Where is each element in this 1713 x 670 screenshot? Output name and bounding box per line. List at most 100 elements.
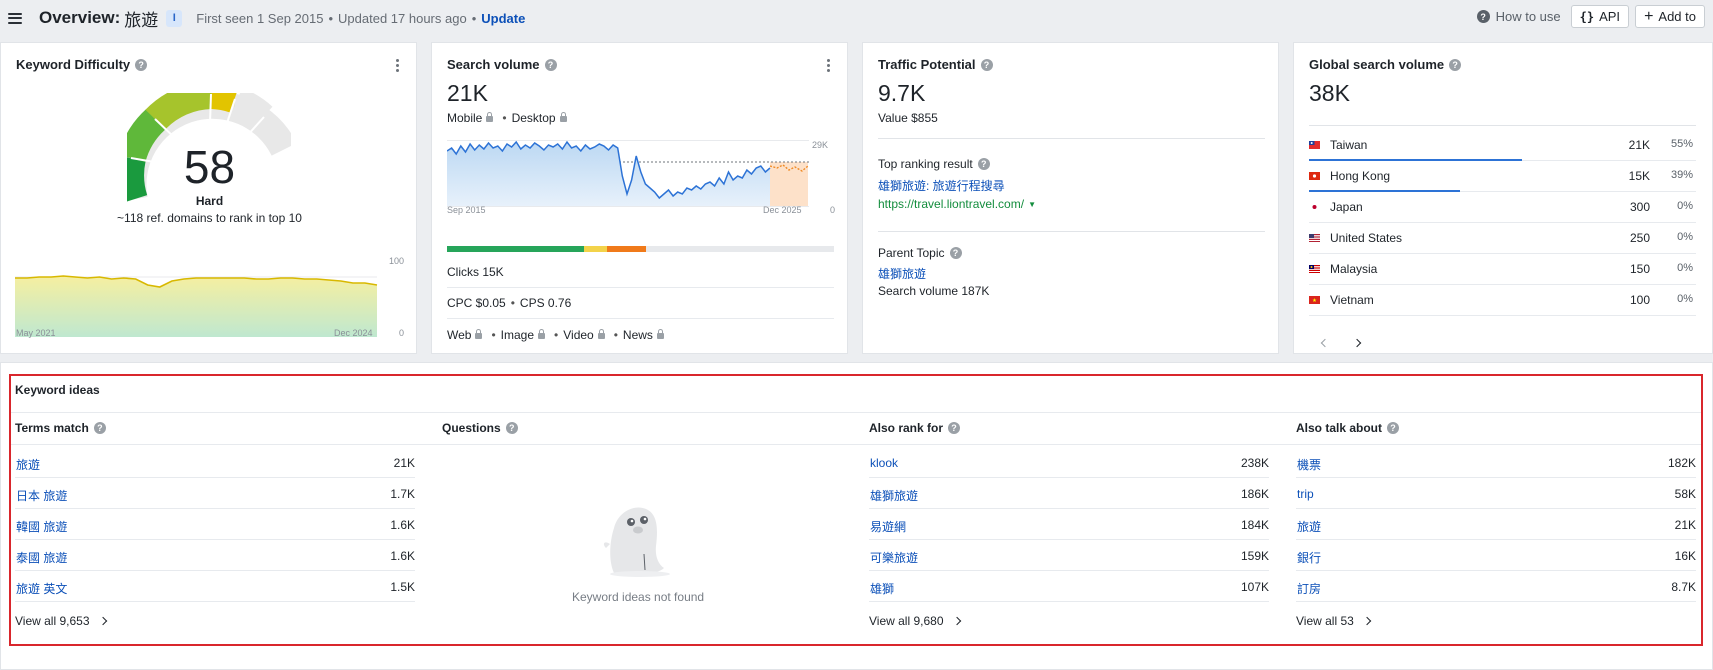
keyword-volume: 186K xyxy=(1240,487,1269,501)
parent-topic-volume: Search volume 187K xyxy=(878,284,990,298)
keyword-link[interactable]: klook xyxy=(870,456,898,470)
keyword-link[interactable]: 旅遊 英文 xyxy=(16,580,67,597)
help-icon[interactable]: ? xyxy=(977,158,990,170)
mobile-label: Mobile xyxy=(447,111,483,125)
how-to-use-link[interactable]: ? How to use xyxy=(1476,9,1561,24)
help-icon[interactable]: ? xyxy=(1387,422,1400,434)
meta-separator: • xyxy=(471,10,477,26)
more-options-icon[interactable] xyxy=(827,59,830,72)
device-split: Mobile • Desktop xyxy=(447,111,571,125)
divider xyxy=(11,444,1701,445)
divider xyxy=(11,412,1701,413)
keyword-link[interactable]: 旅遊 xyxy=(1297,518,1321,535)
country-row: United States 250 0% xyxy=(1309,223,1696,254)
top-actions: ? How to use {} API + Add to xyxy=(1476,5,1705,28)
keyword-volume: 58K xyxy=(1674,487,1696,501)
sv-axis-max: 29K xyxy=(812,140,829,150)
help-icon[interactable]: ? xyxy=(544,58,557,71)
country-volume: 150 xyxy=(1629,262,1650,276)
cpc-row: CPC $0.05 • CPS 0.76 xyxy=(447,288,834,319)
updated-time: Updated 17 hours ago xyxy=(338,10,467,26)
flag-icon xyxy=(1309,296,1320,304)
help-icon[interactable]: ? xyxy=(1449,58,1462,71)
mixed-clicks-segment xyxy=(607,246,646,252)
country-name: Hong Kong xyxy=(1330,169,1391,183)
keyword-row: 銀行 16K xyxy=(1296,540,1696,571)
keyword-link[interactable]: 訂房 xyxy=(1297,580,1321,597)
terms-match-view-all[interactable]: View all 9,653 xyxy=(15,614,107,628)
caret-down-icon[interactable]: ▼ xyxy=(1028,200,1036,209)
keyword-link[interactable]: trip xyxy=(1297,487,1314,501)
keyword-row: 日本 旅遊 1.7K xyxy=(15,478,415,509)
keyword-link[interactable]: 可樂旅遊 xyxy=(870,549,918,566)
keyword-link[interactable]: 泰國 旅遊 xyxy=(16,549,67,566)
keyword-link[interactable]: 日本 旅遊 xyxy=(16,487,67,504)
parent-topic-link[interactable]: 雄獅旅遊 xyxy=(878,265,926,282)
help-icon[interactable]: ? xyxy=(135,58,148,71)
also-rank-view-all[interactable]: View all 9,680 xyxy=(869,614,961,628)
keyword-link[interactable]: 雄獅 xyxy=(870,580,894,597)
separator-dot: • xyxy=(491,327,496,342)
chevron-right-icon xyxy=(952,616,961,626)
tp-value-usd: Value $855 xyxy=(878,111,938,125)
help-icon[interactable]: ? xyxy=(948,422,961,434)
country-volume: 15K xyxy=(1628,169,1650,183)
country-row: Vietnam 100 0% xyxy=(1309,285,1696,316)
keyword-link[interactable]: 雄獅旅遊 xyxy=(870,487,918,504)
keyword-link[interactable]: 銀行 xyxy=(1297,549,1321,566)
plus-icon: + xyxy=(1644,7,1654,25)
lock-icon xyxy=(475,328,483,339)
gsv-card: Global search volume? 38K Taiwan 21K 55% Ho… xyxy=(1293,42,1713,354)
paid-clicks-segment xyxy=(584,246,607,252)
view-all-label: View all 9,653 xyxy=(15,614,90,628)
news-label: News xyxy=(622,327,653,342)
tp-title-text: Traffic Potential xyxy=(878,57,976,72)
terms-match-header: Terms match? xyxy=(15,421,106,435)
keyword-link[interactable]: 機票 xyxy=(1297,456,1321,473)
top-ranking-title-link[interactable]: 雄獅旅遊: 旅遊行程搜尋 xyxy=(878,177,1005,194)
also-rank-header: Also rank for? xyxy=(869,421,961,435)
page-title: Overview: xyxy=(39,8,121,27)
serp-types-row: Web • Image • Video • News xyxy=(447,319,834,350)
clicks-row: Clicks 15K xyxy=(447,257,834,288)
keyword-link[interactable]: 易遊網 xyxy=(870,518,906,535)
help-icon[interactable]: ? xyxy=(949,247,962,259)
keyword-link[interactable]: 旅遊 xyxy=(16,456,40,473)
help-icon[interactable]: ? xyxy=(980,58,993,71)
top-ranking-label: Top ranking result? xyxy=(878,157,990,171)
add-to-button[interactable]: + Add to xyxy=(1635,5,1705,28)
lock-icon xyxy=(656,328,664,339)
next-page-button[interactable] xyxy=(1352,333,1362,351)
country-name: Vietnam xyxy=(1330,293,1374,307)
update-link[interactable]: Update xyxy=(481,11,525,26)
kd-score: 58 xyxy=(183,141,236,193)
top-ranking-text: Top ranking result xyxy=(878,157,973,171)
web-label: Web xyxy=(447,327,472,342)
more-options-icon[interactable] xyxy=(396,59,399,72)
keyword-volume: 16K xyxy=(1674,549,1696,563)
keyword-row: 易遊網 184K xyxy=(869,509,1269,540)
api-button[interactable]: {} API xyxy=(1570,5,1630,28)
help-icon[interactable]: ? xyxy=(93,422,106,434)
sv-x-end: Dec 2025 xyxy=(763,205,802,215)
kd-card: Keyword Difficulty? 58 Hard ~118 ref. do… xyxy=(0,42,417,354)
country-row: Malaysia 150 0% xyxy=(1309,254,1696,285)
chevron-right-icon xyxy=(1362,616,1372,626)
also-talk-view-all[interactable]: View all 53 xyxy=(1296,614,1372,628)
keyword-row: 泰國 旅遊 1.6K xyxy=(15,540,415,571)
keyword-link[interactable]: 韓國 旅遊 xyxy=(16,518,67,535)
intent-badge[interactable]: I xyxy=(166,9,183,27)
organic-clicks-segment xyxy=(447,246,584,252)
menu-icon[interactable] xyxy=(8,12,22,24)
kd-axis-max: 100 xyxy=(389,256,405,266)
sv-x-start: Sep 2015 xyxy=(447,205,486,215)
keyword-row: 雄獅 107K xyxy=(869,571,1269,602)
image-label: Image xyxy=(500,327,535,342)
country-percent: 0% xyxy=(1677,293,1693,305)
top-ranking-url-link[interactable]: https://travel.liontravel.com/ xyxy=(878,197,1024,211)
kd-axis-min: 0 xyxy=(399,328,405,338)
how-to-use-label: How to use xyxy=(1495,9,1561,24)
prev-page-button[interactable] xyxy=(1320,333,1330,351)
help-icon[interactable]: ? xyxy=(505,422,518,434)
keyword-volume: 159K xyxy=(1240,549,1269,563)
